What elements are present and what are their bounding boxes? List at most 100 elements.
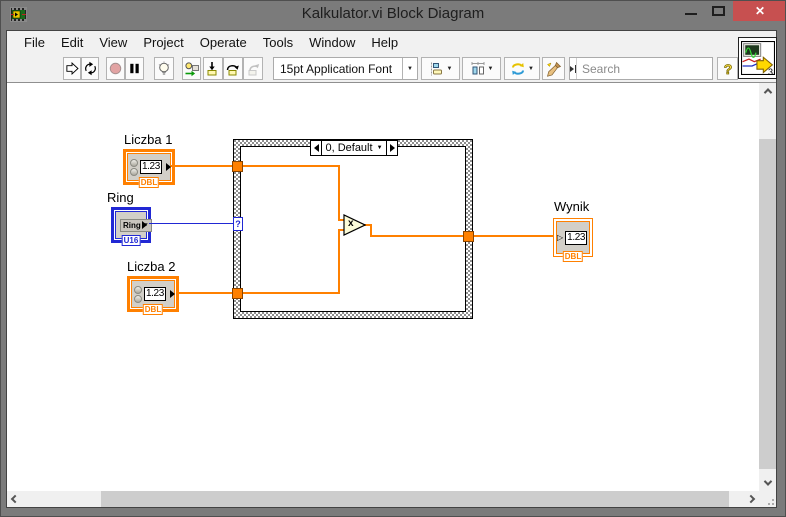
output-arrow-icon	[170, 290, 175, 298]
wire-liczba2-up[interactable]	[338, 229, 340, 294]
minimize-button[interactable]	[677, 1, 705, 21]
retain-wire-values-button[interactable]	[182, 57, 201, 80]
menu-window[interactable]: Window	[301, 33, 363, 52]
chevron-down-icon[interactable]: ▼	[377, 145, 383, 151]
block-diagram-canvas[interactable]: 0, Default ▼ ? x Liczba 1 1.23 DBL Ring	[7, 83, 759, 491]
horizontal-scrollbar-thumb[interactable]	[101, 491, 729, 507]
chevron-up-icon	[763, 88, 771, 96]
step-over-button[interactable]	[223, 57, 243, 80]
previous-case-icon[interactable]	[311, 141, 322, 155]
indicator-wynik[interactable]: ▷ 1.23 DBL	[553, 218, 593, 257]
scroll-down-button[interactable]	[759, 475, 776, 491]
indicator-label-wynik[interactable]: Wynik	[554, 199, 589, 214]
resize-grip-icon[interactable]	[772, 503, 774, 505]
toolbar: 15pt Application Font ▼ ▼ ▼	[7, 54, 776, 83]
menu-project[interactable]: Project	[135, 33, 191, 52]
close-button[interactable]: ✕	[733, 1, 786, 21]
type-tag: U16	[122, 235, 141, 246]
align-objects-dropdown[interactable]: ▼	[421, 57, 460, 80]
tunnel-output[interactable]	[463, 231, 474, 242]
ring-control[interactable]: Ring▼ U16	[111, 207, 151, 243]
close-icon: ✕	[755, 4, 765, 18]
menu-tools[interactable]: Tools	[255, 33, 301, 52]
scroll-left-button[interactable]	[7, 491, 23, 507]
chevron-right-icon	[747, 495, 755, 503]
case-selector-terminal[interactable]: ?	[233, 217, 243, 231]
menu-help[interactable]: Help	[363, 33, 406, 52]
type-tag: DBL	[563, 251, 583, 262]
wire-liczba2[interactable]	[177, 292, 340, 294]
step-into-icon	[205, 61, 221, 77]
vertical-scrollbar[interactable]	[759, 83, 776, 491]
type-tag: DBL	[143, 304, 163, 315]
vi-icon-button[interactable]: 3	[738, 37, 777, 79]
menu-operate[interactable]: Operate	[192, 33, 255, 52]
chevron-down-icon[interactable]: ▼	[402, 58, 417, 79]
pause-button[interactable]	[125, 57, 144, 80]
ring-value: Ring	[123, 221, 141, 230]
type-tag: DBL	[139, 177, 159, 188]
run-continuously-button[interactable]	[81, 57, 99, 80]
input-arrow-icon: ▷	[557, 234, 563, 242]
reorder-dropdown[interactable]: ▼	[504, 57, 540, 80]
align-objects-icon	[429, 61, 445, 77]
menu-view[interactable]: View	[91, 33, 135, 52]
search-box[interactable]	[569, 57, 713, 80]
case-selector-text: 0, Default	[325, 142, 372, 154]
broom-icon	[546, 61, 562, 77]
numeric-value: 1.23	[565, 231, 587, 245]
scroll-right-button[interactable]	[743, 491, 759, 507]
wire-liczba1-down[interactable]	[338, 167, 340, 220]
multiply-triangle-icon	[343, 214, 366, 236]
numeric-control-liczba1[interactable]: 1.23 DBL	[123, 149, 175, 185]
numeric-value: 1.23	[140, 160, 162, 174]
tunnel-liczba1[interactable]	[232, 161, 243, 172]
chevron-left-icon	[11, 495, 19, 503]
help-button[interactable]: ?	[717, 57, 738, 80]
numeric-control-liczba2[interactable]: 1.23 DBL	[127, 276, 179, 312]
tunnel-liczba2[interactable]	[232, 288, 243, 299]
abort-button[interactable]	[106, 57, 125, 80]
font-selector-value: 15pt Application Font	[274, 62, 402, 76]
control-label-liczba2[interactable]: Liczba 2	[127, 259, 175, 274]
highlight-execution-button[interactable]	[154, 57, 174, 80]
menu-file[interactable]: File	[16, 33, 53, 52]
run-icon	[65, 61, 80, 76]
horizontal-scrollbar[interactable]	[7, 491, 759, 507]
chevron-down-icon	[763, 477, 771, 485]
pause-icon	[127, 61, 142, 76]
title-bar[interactable]: Kalkulator.vi Block Diagram ✕	[1, 1, 785, 31]
step-out-icon	[245, 61, 261, 77]
wire-ring-selector[interactable]	[149, 223, 234, 224]
search-input[interactable]	[577, 62, 737, 76]
numeric-value: 1.23	[144, 287, 166, 301]
control-label-ring[interactable]: Ring	[107, 190, 134, 205]
chevron-down-icon: ▼	[447, 66, 453, 72]
multiply-function[interactable]: x	[343, 214, 366, 236]
minimize-icon	[685, 13, 697, 15]
search-collapse-icon[interactable]	[570, 58, 577, 79]
cleanup-diagram-button[interactable]	[542, 57, 565, 80]
next-case-icon[interactable]	[386, 141, 397, 155]
run-button[interactable]	[63, 57, 81, 80]
step-into-button[interactable]	[203, 57, 223, 80]
chevron-down-icon: ▼	[488, 66, 494, 72]
wire-to-tunnel[interactable]	[370, 235, 463, 237]
run-continuously-icon	[83, 61, 98, 76]
step-out-button[interactable]	[243, 57, 263, 80]
menu-edit[interactable]: Edit	[53, 33, 91, 52]
increment-decrement-icon[interactable]	[130, 158, 138, 177]
scroll-up-button[interactable]	[759, 83, 776, 99]
control-label-liczba1[interactable]: Liczba 1	[124, 132, 172, 147]
vertical-scrollbar-thumb[interactable]	[759, 139, 776, 469]
font-selector[interactable]: 15pt Application Font ▼	[273, 57, 418, 80]
distribute-objects-dropdown[interactable]: ▼	[462, 57, 501, 80]
step-over-icon	[225, 61, 241, 77]
chevron-down-icon: ▼	[528, 66, 534, 72]
wire-to-wynik[interactable]	[474, 235, 553, 237]
maximize-icon	[712, 6, 725, 16]
case-selector-label[interactable]: 0, Default ▼	[310, 140, 398, 156]
increment-decrement-icon[interactable]	[134, 285, 142, 304]
maximize-button[interactable]	[705, 1, 733, 21]
wire-liczba1[interactable]	[171, 165, 340, 167]
